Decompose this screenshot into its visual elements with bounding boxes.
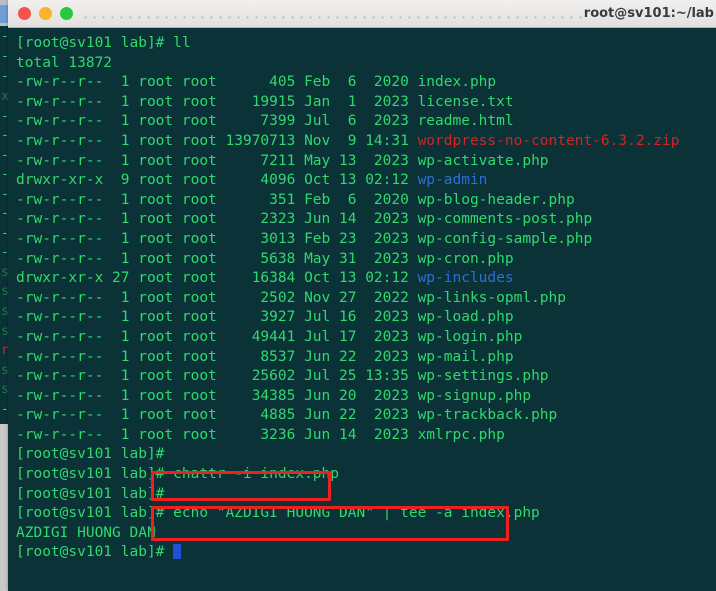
file-name: wp-links-opml.php [418,290,566,306]
titlebar[interactable]: root@sv101:~/lab [8,0,716,28]
window-title: root@sv101:~/lab [584,6,716,21]
file-name: wp-includes [418,270,514,286]
terminal-line-command-echo-tee: [root@sv101 lab]# echo "AZDIGI HUONG DAN… [16,504,716,524]
terminal-line-file-entry: -rw-r--r-- 1 root root 8537 Jun 22 2023 … [16,348,716,368]
terminal-line-file-entry: -rw-r--r-- 1 root root 4885 Jun 22 2023 … [16,406,716,426]
terminal-line-file-entry: -rw-r--r-- 1 root root 3236 Jun 14 2023 … [16,426,716,446]
file-name: wp-config-sample.php [418,231,593,247]
terminal-line-file-entry: drwxr-xr-x 27 root root 16384 Oct 13 02:… [16,269,716,289]
terminal-line-file-entry: -rw-r--r-- 1 root root 5638 May 31 2023 … [16,250,716,270]
terminal-line-file-entry: -rw-r--r-- 1 root root 49441 Jul 17 2023… [16,328,716,348]
terminal-line-prompt: [root@sv101 lab]# [16,445,716,465]
terminal-line-file-entry: -rw-r--r-- 1 root root 13970713 Nov 9 14… [16,132,716,152]
text-cursor [173,544,181,559]
terminal-line-file-entry: -rw-r--r-- 1 root root 405 Feb 6 2020 in… [16,73,716,93]
close-button[interactable] [18,7,31,20]
terminal-output: [root@sv101 lab]# lltotal 13872-rw-r--r-… [16,34,716,563]
file-name: wp-trackback.php [418,407,558,423]
terminal-line-file-entry: -rw-r--r-- 1 root root 3927 Jul 16 2023 … [16,308,716,328]
file-name: wp-activate.php [418,153,549,169]
file-name: license.txt [418,94,514,110]
terminal-line-command: [root@sv101 lab]# ll [16,34,716,54]
file-name: wp-cron.php [418,251,514,267]
screenshot-root: ---x--------ssssrss- root@sv101:~/lab [r… [0,0,716,591]
file-name: readme.html [418,113,514,129]
zoom-button[interactable] [60,7,73,20]
file-name: wp-mail.php [418,349,514,365]
window-controls [8,7,73,20]
terminal-line-command-chattr: [root@sv101 lab]# chattr -i index.php [16,465,716,485]
file-name: wordpress-no-content-6.3.2.zip [418,133,680,149]
file-name: wp-comments-post.php [418,211,593,227]
file-name: wp-load.php [418,309,514,325]
terminal-body[interactable]: [root@sv101 lab]# lltotal 13872-rw-r--r-… [8,28,716,591]
terminal-line-output: AZDIGI HUONG DAN [16,524,716,544]
terminal-window[interactable]: root@sv101:~/lab [root@sv101 lab]# lltot… [8,0,716,591]
file-name: xmlrpc.php [418,427,505,443]
terminal-line-active-prompt: [root@sv101 lab]# [16,543,716,563]
terminal-line-file-entry: -rw-r--r-- 1 root root 351 Feb 6 2020 wp… [16,191,716,211]
file-name: wp-blog-header.php [418,192,575,208]
titlebar-grip [81,0,584,27]
terminal-line-file-entry: -rw-r--r-- 1 root root 7399 Jul 6 2023 r… [16,112,716,132]
terminal-line-file-entry: -rw-r--r-- 1 root root 34385 Jun 20 2023… [16,387,716,407]
file-name: wp-signup.php [418,388,532,404]
terminal-line-prompt: [root@sv101 lab]# [16,485,716,505]
terminal-line-file-entry: -rw-r--r-- 1 root root 2323 Jun 14 2023 … [16,210,716,230]
background-scrollbar-thumb[interactable] [0,5,8,23]
file-name: index.php [418,74,497,90]
terminal-line-file-entry: -rw-r--r-- 1 root root 7211 May 13 2023 … [16,152,716,172]
file-name: wp-login.php [418,329,523,345]
terminal-line-file-entry: drwxr-xr-x 9 root root 4096 Oct 13 02:12… [16,171,716,191]
terminal-line-file-entry: -rw-r--r-- 1 root root 3013 Feb 23 2023 … [16,230,716,250]
terminal-line-total: total 13872 [16,54,716,74]
file-name: wp-settings.php [418,368,549,384]
terminal-line-file-entry: -rw-r--r-- 1 root root 25602 Jul 25 13:3… [16,367,716,387]
file-name: wp-admin [418,172,488,188]
terminal-line-file-entry: -rw-r--r-- 1 root root 2502 Nov 27 2022 … [16,289,716,309]
minimize-button[interactable] [39,7,52,20]
terminal-line-file-entry: -rw-r--r-- 1 root root 19915 Jan 1 2023 … [16,93,716,113]
